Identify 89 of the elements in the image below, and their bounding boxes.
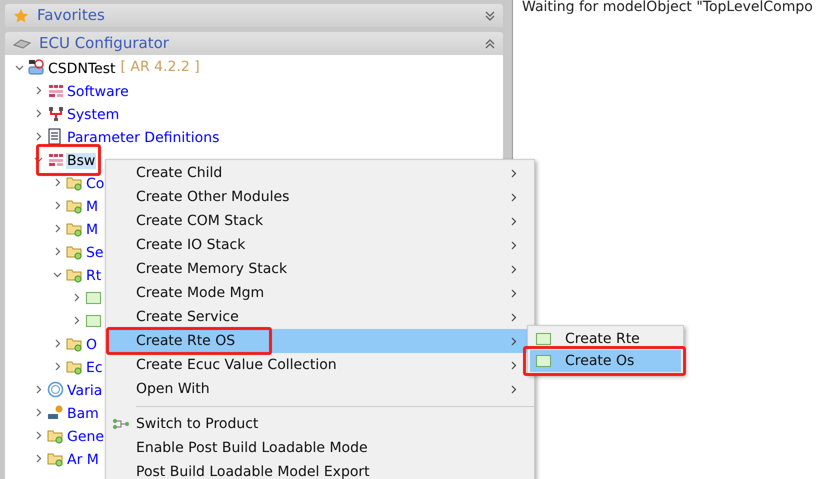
- status-message: Waiting for modelObject "TopLevelCompo: [522, 0, 814, 14]
- collapse-icon[interactable]: [485, 38, 495, 48]
- chevron-right-icon[interactable]: [53, 362, 62, 371]
- folder-icon: [66, 198, 83, 214]
- chevron-right-icon[interactable]: [53, 201, 62, 210]
- tree-item[interactable]: Parameter Definitions: [66, 130, 220, 146]
- tree-item[interactable]: System: [66, 106, 120, 122]
- menu-item[interactable]: Create Service: [106, 305, 534, 329]
- star-icon: [13, 8, 29, 24]
- chevron-down-icon[interactable]: [53, 270, 62, 279]
- tree-item[interactable]: Bsw: [66, 152, 96, 168]
- menu-item[interactable]: Create Memory Stack: [106, 257, 534, 281]
- menu-label: Create Mode Mgm: [136, 284, 264, 302]
- tree-item[interactable]: Se: [85, 244, 104, 260]
- menu-item[interactable]: Enable Post Build Loadable Mode: [106, 436, 534, 460]
- menu-label: Switch to Product: [136, 414, 258, 434]
- project-icon: [28, 59, 45, 76]
- menu-label: Create Memory Stack: [136, 260, 288, 278]
- chevron-right-icon[interactable]: [72, 316, 81, 325]
- panel-header[interactable]: Favorites: [5, 4, 503, 27]
- chevron-down-icon[interactable]: [15, 63, 24, 72]
- folder-icon: [66, 244, 83, 260]
- module-icon: [86, 292, 101, 304]
- chevron-right-icon[interactable]: [34, 408, 43, 417]
- menu-item[interactable]: Post Build Loadable Model Export: [106, 460, 534, 479]
- chevron-right-icon[interactable]: [53, 339, 62, 348]
- expand-icon[interactable]: [485, 10, 495, 20]
- menu-item[interactable]: Create COM Stack: [106, 209, 534, 233]
- chevron-right-icon[interactable]: [53, 247, 62, 256]
- tree-item[interactable]: M: [85, 222, 100, 238]
- menu-item[interactable]: Switch to Product: [106, 412, 534, 436]
- version-tag: [ AR 4.2.2 ]: [120, 57, 200, 78]
- tree-item[interactable]: Ec: [85, 360, 104, 376]
- menu-item[interactable]: Create IO Stack: [106, 233, 534, 257]
- tree-item[interactable]: Varia: [66, 382, 104, 398]
- menu-label: Create Ecuc Value Collection: [136, 356, 337, 374]
- panel-header[interactable]: ECU Configurator: [5, 32, 503, 55]
- menu-label: Create Service: [136, 308, 239, 326]
- folder-icon: [66, 358, 83, 374]
- menu-label: Create Child: [136, 164, 222, 182]
- tree-item[interactable]: O: [85, 336, 98, 352]
- menu-label: Create Other Modules: [136, 188, 290, 206]
- folder-icon: [66, 220, 83, 236]
- chevron-down-icon[interactable]: [34, 155, 43, 164]
- grid-icon: [48, 152, 64, 166]
- menu-label: Open With: [136, 380, 210, 398]
- menu-label: Enable Post Build Loadable Mode: [136, 438, 368, 458]
- chevron-right-icon[interactable]: [72, 293, 81, 302]
- tree-item[interactable]: CSDNTest: [47, 60, 116, 76]
- target-icon: [47, 381, 64, 398]
- chevron-right-icon[interactable]: [34, 86, 43, 95]
- menu-item[interactable]: Create Other Modules: [106, 185, 534, 209]
- chevron-right-icon[interactable]: [34, 385, 43, 394]
- tree-item[interactable]: M: [85, 198, 100, 214]
- tools-icon: [47, 404, 64, 421]
- tree-item[interactable]: Co: [85, 176, 106, 192]
- menu-item[interactable]: Open With: [106, 377, 534, 401]
- folder-icon: [47, 428, 64, 444]
- folder-icon: [66, 266, 83, 282]
- menu-label: Post Build Loadable Model Export: [136, 462, 370, 479]
- folder-icon: [66, 336, 83, 352]
- chevron-right-icon[interactable]: [34, 109, 43, 118]
- network-icon: [48, 106, 64, 122]
- folder-icon: [47, 450, 64, 466]
- chevron-right-icon[interactable]: [34, 431, 43, 440]
- folder-icon: [66, 174, 83, 190]
- module-icon: [536, 355, 551, 367]
- chevron-right-icon[interactable]: [34, 454, 43, 463]
- tree-item[interactable]: Bam: [66, 406, 100, 422]
- panel-title: Favorites: [37, 5, 106, 26]
- module-icon: [536, 333, 551, 345]
- menu-item[interactable]: Create Child: [106, 161, 534, 185]
- tree-item[interactable]: Ar M: [66, 452, 100, 468]
- menu-label: Create Rte OS: [136, 332, 236, 350]
- tree-item[interactable]: Software: [66, 84, 130, 100]
- menu-item[interactable]: Create Os: [530, 350, 681, 372]
- module-icon: [86, 314, 101, 326]
- tree-item[interactable]: Rt: [85, 268, 102, 284]
- tree-item[interactable]: Gene: [66, 428, 105, 444]
- panel-title: ECU Configurator: [39, 33, 170, 54]
- menu-label: Create IO Stack: [136, 236, 246, 254]
- document-icon: [48, 128, 63, 145]
- connector-icon: [112, 418, 130, 430]
- menu-label: Create COM Stack: [136, 212, 264, 230]
- chevron-right-icon[interactable]: [34, 132, 43, 141]
- menu-item[interactable]: Create Mode Mgm: [106, 281, 534, 305]
- chevron-right-icon[interactable]: [53, 224, 62, 233]
- chevron-right-icon[interactable]: [53, 178, 62, 187]
- grid-icon: [48, 84, 64, 98]
